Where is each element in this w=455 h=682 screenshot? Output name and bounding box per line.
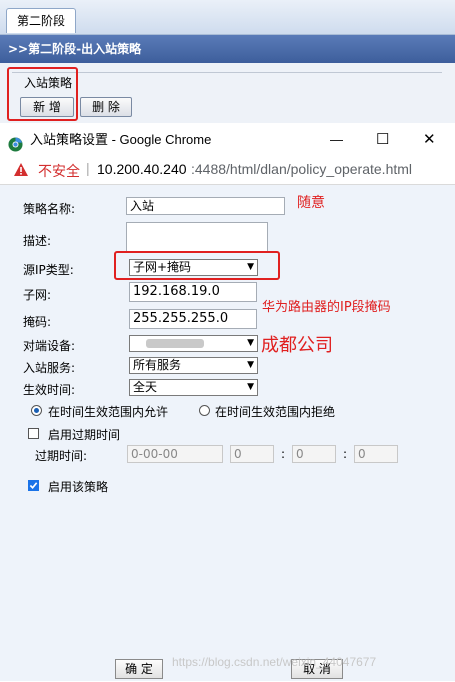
subnet-label: 子网: <box>23 288 52 302</box>
warning-icon <box>14 163 28 179</box>
enable-policy-checkbox[interactable] <box>28 480 39 491</box>
url-path: :4488/html/dlan/policy_operate.html <box>191 161 413 177</box>
expire-checkbox[interactable] <box>28 428 39 439</box>
minimize-button[interactable]: — <box>330 124 343 156</box>
time-label: 生效时间: <box>23 383 76 397</box>
section-title: >>第二阶段-出入站策略 <box>0 35 455 63</box>
expire-hour-input[interactable]: 0 <box>230 445 274 463</box>
watermark: https://blog.csdn.net/weixin_44047677 <box>172 655 377 669</box>
time-value: 全天 <box>133 380 158 394</box>
colon-1: : <box>281 447 286 461</box>
service-value: 所有服务 <box>133 358 182 372</box>
policy-name-input[interactable]: 入站 <box>126 197 285 215</box>
peer-label: 对端设备: <box>23 339 76 353</box>
service-label: 入站服务: <box>23 361 76 375</box>
colon-2: : <box>343 447 348 461</box>
expire-label: 过期时间: <box>35 449 88 463</box>
service-select[interactable]: 所有服务 ▼ <box>129 357 258 374</box>
maximize-button[interactable]: ☐ <box>376 124 389 156</box>
name-annotation: 随意 <box>297 195 325 211</box>
mask-label: 掩码: <box>23 315 52 329</box>
highlight-src-type-box <box>114 251 280 280</box>
chrome-titlebar: 入站策略设置 - Google Chrome — ☐ ✕ <box>0 124 455 156</box>
expire-minute-input[interactable]: 0 <box>292 445 336 463</box>
peer-annotation: 成都公司 <box>261 335 333 356</box>
close-button[interactable]: ✕ <box>423 124 436 156</box>
radio-selected-dot <box>34 408 39 413</box>
description-textarea[interactable] <box>126 222 268 252</box>
radio-allow-label: 在时间生效范围内允许 <box>48 405 169 419</box>
subnet-input[interactable]: 192.168.19.0 <box>129 282 257 302</box>
radio-deny[interactable] <box>199 405 210 416</box>
tab-stage-two[interactable]: 第二阶段 <box>6 8 76 33</box>
url-divider: | <box>86 160 90 176</box>
enable-policy-label: 启用该策略 <box>48 480 109 494</box>
blurred-peer-name <box>146 339 204 348</box>
time-select[interactable]: 全天 ▼ <box>129 379 258 396</box>
peer-device-select[interactable]: ▼ <box>129 335 258 352</box>
radio-allow[interactable] <box>31 405 42 416</box>
expire-check-label: 启用过期时间 <box>48 428 121 442</box>
chrome-logo-icon <box>8 132 23 152</box>
chevron-down-icon: ▼ <box>247 360 254 370</box>
chevron-down-icon: ▼ <box>247 338 254 348</box>
mask-input[interactable]: 255.255.255.0 <box>129 309 257 329</box>
radio-deny-label: 在时间生效范围内拒绝 <box>215 405 336 419</box>
address-bar[interactable]: 不安全 | 10.200.40.240 :4488/html/dlan/poli… <box>0 156 455 185</box>
insecure-label: 不安全 <box>38 163 80 179</box>
src-type-label: 源IP类型: <box>23 263 74 277</box>
name-label: 策略名称: <box>23 202 76 216</box>
expire-second-input[interactable]: 0 <box>354 445 398 463</box>
expire-date-input[interactable]: 0-00-00 <box>127 445 223 463</box>
highlight-add-box <box>7 67 78 121</box>
chevron-down-icon: ▼ <box>247 382 254 392</box>
url-host: 10.200.40.240 <box>97 161 187 177</box>
check-icon <box>29 482 38 489</box>
tab-bar: 第二阶段 <box>0 0 455 35</box>
delete-button[interactable]: 删 除 <box>80 97 132 117</box>
window-title: 入站策略设置 - Google Chrome <box>30 132 212 147</box>
ok-button[interactable]: 确 定 <box>115 659 163 679</box>
subnet-annotation: 华为路由器的IP段掩码 <box>262 300 391 315</box>
desc-label: 描述: <box>23 234 52 248</box>
